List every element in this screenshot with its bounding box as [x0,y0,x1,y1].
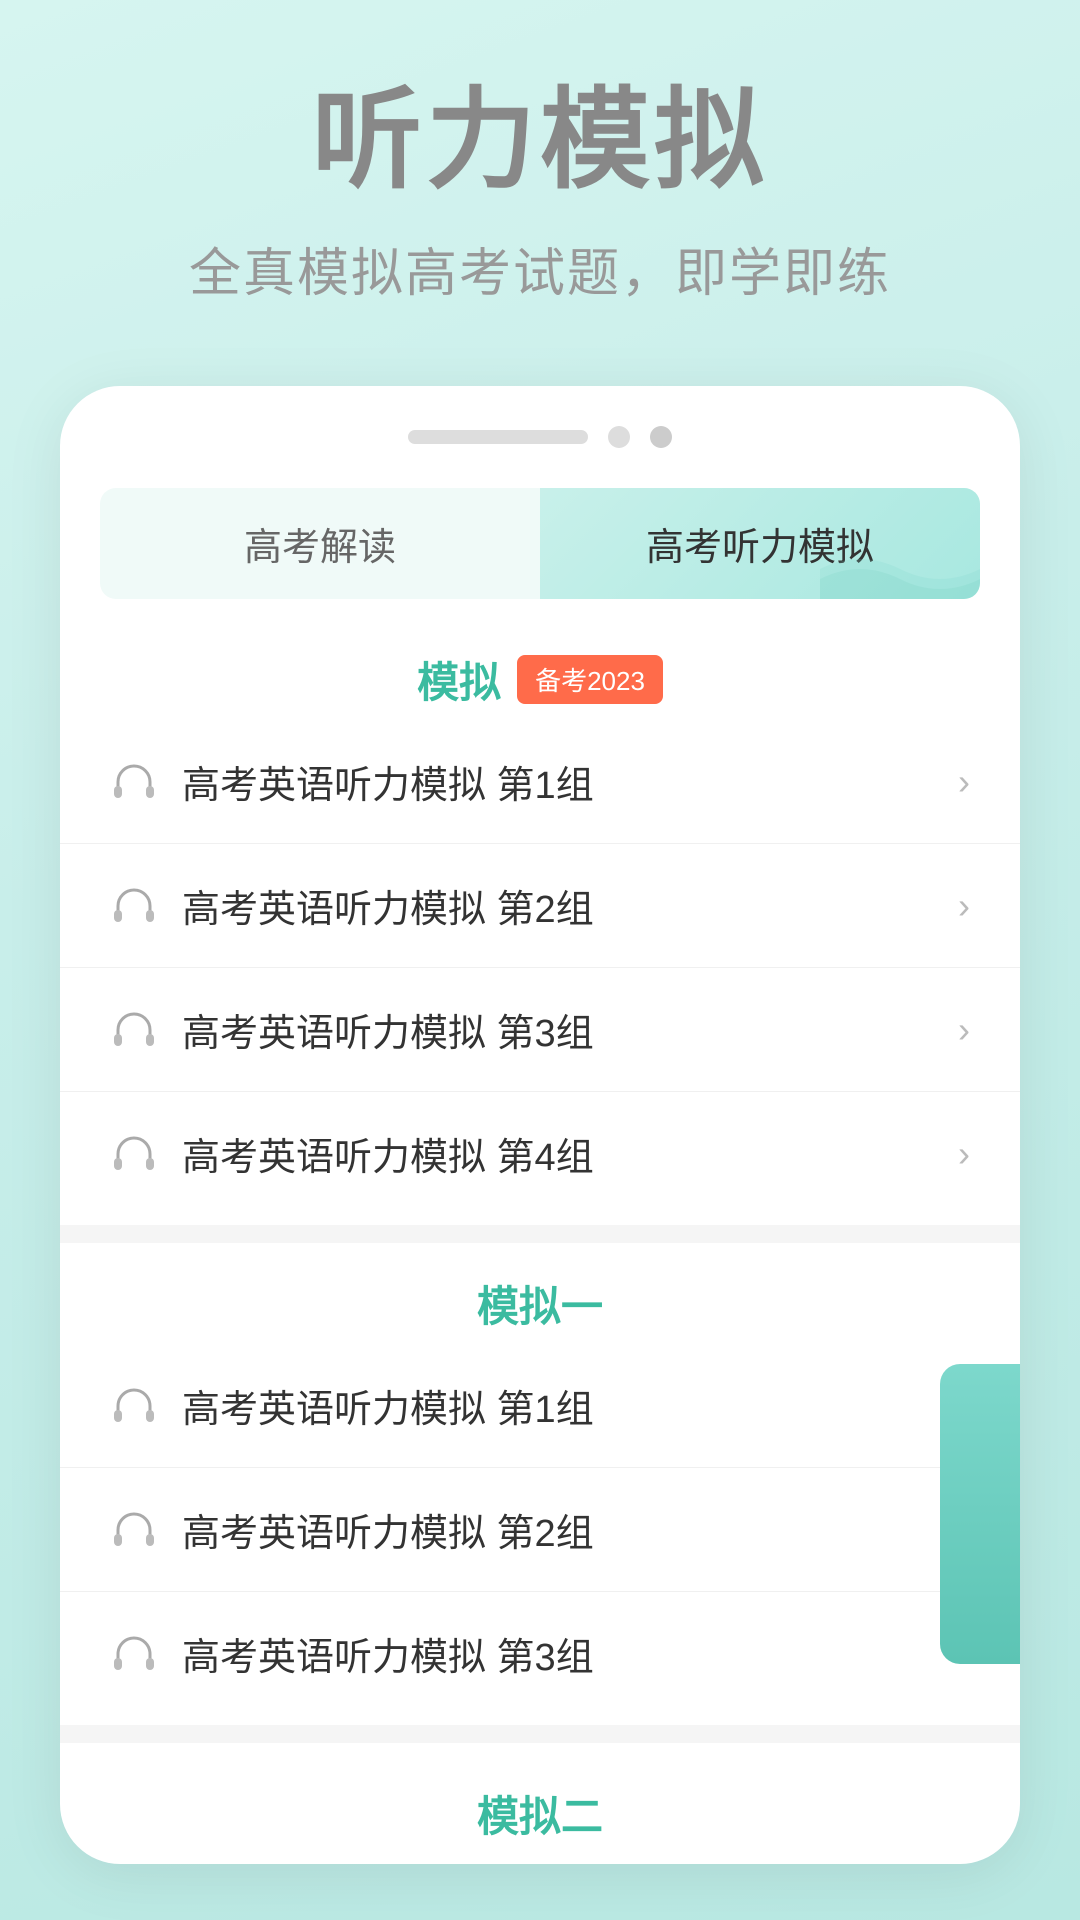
tab-gaokao-moni[interactable]: 高考听力模拟 [540,488,980,599]
section-moni2-title: 模拟二 [477,1783,603,1844]
headphone-icon-m1-2 [110,1506,158,1554]
section-moni1-title: 模拟一 [477,1273,603,1334]
headphone-icon-3 [110,1006,158,1054]
list-item-moni1-1-text: 高考英语听力模拟 第1组 [182,1378,958,1433]
card-indicators [60,426,1020,448]
section-moni2-header: 模拟二 [60,1753,1020,1864]
header: 听力模拟 全真模拟高考试题，即学即练 [0,0,1080,346]
section-divider-2 [60,1725,1020,1743]
headphone-icon-m1-3 [110,1630,158,1678]
chevron-icon-2: › [958,885,970,927]
list-item-moni1-2[interactable]: 高考英语听力模拟 第2组 › [60,1468,1020,1592]
headphone-icon-1 [110,758,158,806]
chevron-icon-3: › [958,1009,970,1051]
list-item-moni1-2-text: 高考英语听力模拟 第2组 [182,1502,958,1557]
headphone-icon-m1-1 [110,1382,158,1430]
list-item-moni1-3-text: 高考英语听力模拟 第3组 [182,1626,958,1681]
teal-decoration [940,1364,1020,1664]
list-item-moni-1[interactable]: 高考英语听力模拟 第1组 › [60,720,1020,844]
section-moni-list: 高考英语听力模拟 第1组 › 高考英语听力模拟 第2组 › 高考英语听力模拟 第… [60,720,1020,1215]
list-item-moni-4[interactable]: 高考英语听力模拟 第4组 › [60,1092,1020,1215]
tab-wave-decoration [820,539,980,599]
tab-gaokao-jiedu[interactable]: 高考解读 [100,488,540,599]
indicator-dot-2 [650,426,672,448]
list-item-moni1-1[interactable]: 高考英语听力模拟 第1组 › [60,1344,1020,1468]
list-item-moni1-3[interactable]: 高考英语听力模拟 第3组 › [60,1592,1020,1715]
section-moni1-header: 模拟一 [60,1253,1020,1344]
list-item-moni-2-text: 高考英语听力模拟 第2组 [182,878,958,933]
list-item-moni-3[interactable]: 高考英语听力模拟 第3组 › [60,968,1020,1092]
list-item-moni-3-text: 高考英语听力模拟 第3组 [182,1002,958,1057]
chevron-icon-4: › [958,1133,970,1175]
section-moni-badge: 备考2023 [517,655,663,704]
list-item-moni-4-text: 高考英语听力模拟 第4组 [182,1126,958,1181]
tab-gaokao-jiedu-label: 高考解读 [244,527,396,569]
headphone-icon-2 [110,882,158,930]
chevron-icon-1: › [958,761,970,803]
list-item-moni-2[interactable]: 高考英语听力模拟 第2组 › [60,844,1020,968]
tab-row: 高考解读 高考听力模拟 [100,488,980,599]
indicator-bar [408,430,588,444]
headphone-icon-4 [110,1130,158,1178]
list-item-moni-1-text: 高考英语听力模拟 第1组 [182,754,958,809]
section-moni-header: 模拟 备考2023 [60,629,1020,720]
section-moni-title: 模拟 [417,649,501,710]
phone-card: 高考解读 高考听力模拟 模拟 备考2023 高考英语听力模拟 第1组 › [60,386,1020,1864]
indicator-dot-1 [608,426,630,448]
sub-title: 全真模拟高考试题，即学即练 [60,231,1020,306]
section-divider-1 [60,1225,1020,1243]
section-moni1-list: 高考英语听力模拟 第1组 › 高考英语听力模拟 第2组 › 高考英语听力模拟 第… [60,1344,1020,1715]
main-title: 听力模拟 [60,80,1020,201]
